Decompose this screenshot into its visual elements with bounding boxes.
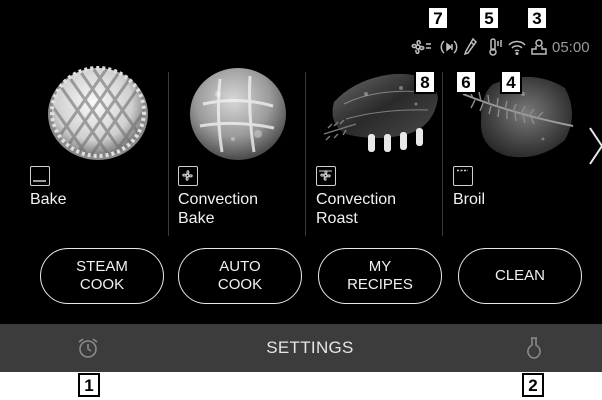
mode-label: Convection Bake bbox=[178, 191, 259, 227]
timer-alarm-icon[interactable] bbox=[76, 336, 100, 360]
callout-4: 4 bbox=[500, 70, 522, 94]
my-recipes-button[interactable]: MY RECIPES bbox=[318, 248, 442, 304]
quick-action-buttons: STEAM COOK AUTO COOK MY RECIPES CLEAN bbox=[40, 248, 600, 308]
probe-icon bbox=[461, 36, 481, 58]
mode-card-bake[interactable]: Bake bbox=[30, 64, 160, 240]
callout-5: 5 bbox=[478, 6, 500, 30]
broil-mode-icon bbox=[453, 166, 473, 186]
bread-image bbox=[190, 68, 286, 160]
oven-touchscreen: 05:00 Bake Convection Bake Convection Ro… bbox=[0, 0, 602, 372]
remote-start-icon bbox=[439, 36, 459, 58]
convection-fan-icon bbox=[316, 166, 336, 186]
divider bbox=[168, 72, 169, 236]
callout-2: 2 bbox=[522, 373, 544, 397]
callout-1: 1 bbox=[78, 373, 100, 397]
divider bbox=[442, 72, 443, 236]
meat-probe-icon[interactable] bbox=[522, 336, 546, 360]
steam-cook-button[interactable]: STEAM COOK bbox=[40, 248, 164, 304]
bottom-bar: SETTINGS bbox=[0, 324, 602, 372]
bake-mode-icon bbox=[30, 166, 50, 186]
mode-label: Bake bbox=[30, 191, 67, 208]
user-icon bbox=[529, 36, 549, 58]
settings-button[interactable]: SETTINGS bbox=[220, 324, 400, 372]
mode-label: Broil bbox=[453, 191, 486, 208]
pie-image bbox=[48, 66, 148, 160]
auto-cook-button[interactable]: AUTO COOK bbox=[178, 248, 302, 304]
fan-icon bbox=[409, 36, 433, 58]
callout-3: 3 bbox=[526, 6, 548, 30]
clock: 05:00 bbox=[552, 39, 590, 56]
divider bbox=[305, 72, 306, 236]
chevron-right-icon[interactable] bbox=[588, 126, 602, 166]
callout-6: 6 bbox=[455, 70, 477, 94]
wifi-icon bbox=[507, 36, 527, 58]
clean-button[interactable]: CLEAN bbox=[458, 248, 582, 304]
convection-fan-icon bbox=[178, 166, 198, 186]
mode-card-convection-bake[interactable]: Convection Bake bbox=[178, 64, 308, 240]
callout-8: 8 bbox=[414, 70, 436, 94]
callout-7: 7 bbox=[427, 6, 449, 30]
thermometer-icon bbox=[485, 36, 505, 58]
mode-label: Convection Roast bbox=[316, 191, 397, 227]
